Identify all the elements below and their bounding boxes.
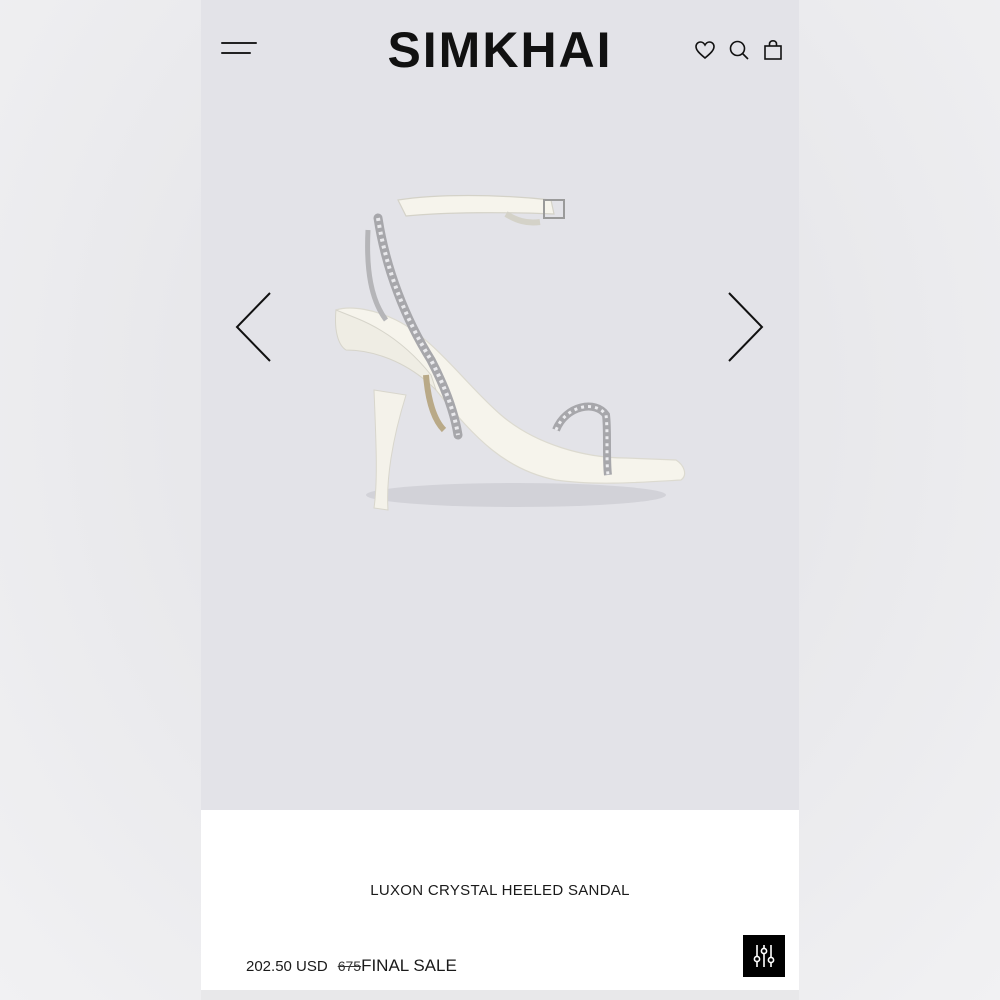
filter-sliders-icon xyxy=(753,945,775,967)
site-header: SIMKHAI xyxy=(201,0,799,100)
heart-icon[interactable] xyxy=(693,38,717,62)
original-price: 675 xyxy=(337,958,362,974)
bottom-edge xyxy=(201,990,799,1000)
final-sale-label: FINAL SALE xyxy=(361,956,457,975)
product-info-panel: LUXON CRYSTAL HEELED SANDAL 202.50 USD 6… xyxy=(201,810,799,990)
filter-button[interactable] xyxy=(743,935,785,977)
search-icon[interactable] xyxy=(727,38,751,62)
mobile-page: SIMKHAI LUXON CRYSTAL HEELED SANDAL 202.… xyxy=(201,0,799,1000)
product-name[interactable]: LUXON CRYSTAL HEELED SANDAL xyxy=(201,882,799,899)
header-icons xyxy=(693,38,785,62)
chevron-right-icon[interactable] xyxy=(725,290,765,364)
price-row: 202.50 USD 675 FINAL SALE xyxy=(246,956,457,976)
shoe-product-image xyxy=(335,194,686,511)
shopping-bag-icon[interactable] xyxy=(761,38,785,62)
chevron-left-icon[interactable] xyxy=(234,290,274,364)
sale-price: 202.50 USD xyxy=(246,958,328,975)
product-carousel[interactable] xyxy=(201,100,799,810)
